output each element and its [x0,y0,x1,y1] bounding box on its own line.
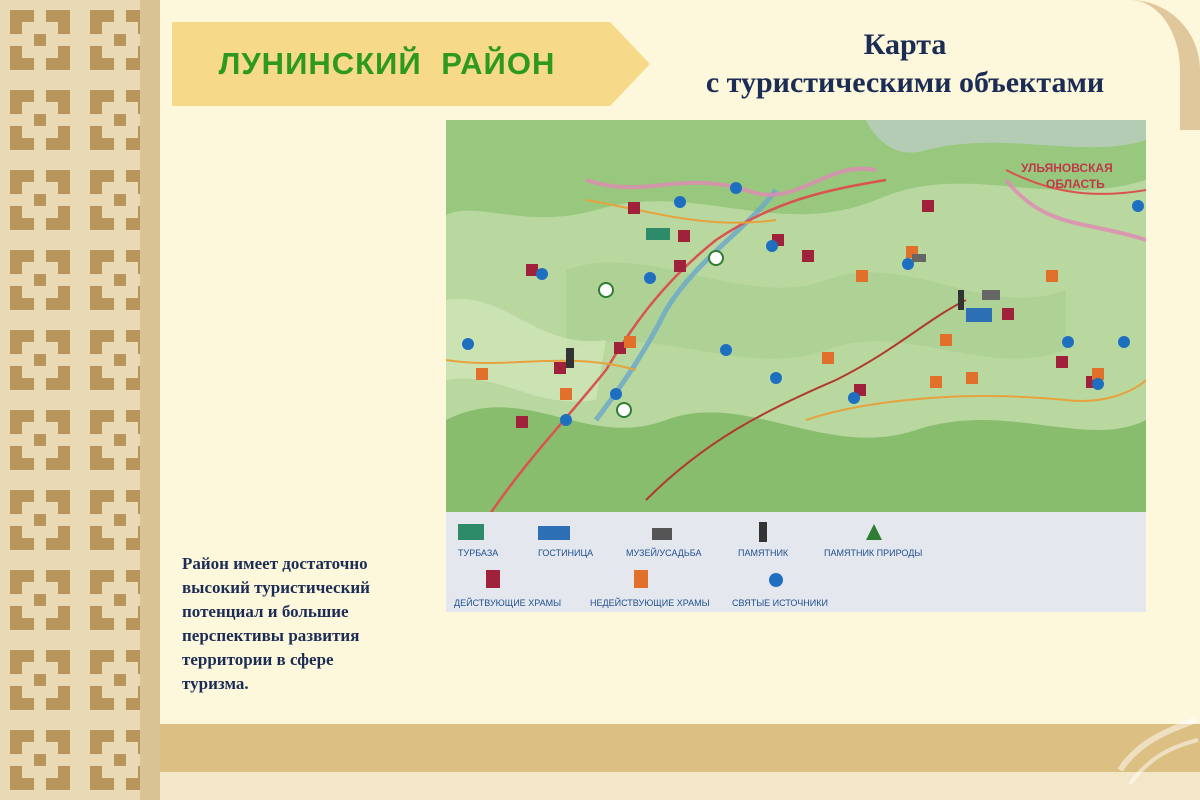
inactive-temple-icon [966,372,978,384]
active-temple-icon [516,416,528,428]
map-heading-line1: Карта [863,28,947,61]
tourist-map: УЛЬЯНОВСКАЯ ОБЛАСТЬ ТУРБАЗА ГОСТИНИЦА МУ… [446,120,1146,612]
bottom-band-light [160,772,1200,800]
district-title: ЛУНИНСКИЙ РАЙОН [218,46,556,81]
monument-map-icon [566,348,574,368]
holy-spring-icon [730,182,742,194]
active-temple-icon [1056,356,1068,368]
nature-monument-map-icon [616,402,632,418]
turbaza-icon [458,524,484,540]
inactive-temple-icon [940,334,952,346]
description-line: перспективы развития [182,626,360,645]
hotel-icon [538,526,570,540]
holy-spring-icon [770,372,782,384]
holy-spring-icon [1092,378,1104,390]
museum-map-icon [982,290,1000,300]
map-heading: Карта с туристическими объектами [640,26,1170,102]
watermark-emblem [1117,717,1199,786]
active-temple-icon [674,260,686,272]
inactive-temple-icon [634,570,648,588]
description-line: Район имеет достаточно [182,554,368,573]
holy-spring-icon [848,392,860,404]
holy-spring-icon [1132,200,1144,212]
inactive-temple-icon [476,368,488,380]
active-temple-icon [486,570,500,588]
legend-active-temples: ДЕЙСТВУЮЩИЕ ХРАМЫ [454,597,561,608]
inactive-temple-icon [822,352,834,364]
legend-holy-springs: СВЯТЫЕ ИСТОЧНИКИ [732,598,828,608]
inactive-temple-icon [930,376,942,388]
holy-spring-icon [766,240,778,252]
nature-monument-map-icon [598,282,614,298]
holy-spring-icon [769,573,783,587]
legend-monument: ПАМЯТНИК [738,548,789,558]
monument-icon [759,522,767,542]
nature-monument-map-icon [708,250,724,266]
legend-museum: МУЗЕЙ/УСАДЬБА [626,547,701,558]
description-line: высокий туристический [182,578,370,597]
content-panel: ЛУНИНСКИЙ РАЙОН Карта с туристическими о… [160,0,1200,800]
holy-spring-icon [720,344,732,356]
holy-spring-icon [560,414,572,426]
inactive-temple-icon [560,388,572,400]
active-temple-icon [678,230,690,242]
map-image: УЛЬЯНОВСКАЯ ОБЛАСТЬ ТУРБАЗА ГОСТИНИЦА МУ… [446,120,1146,612]
legend-nature-monument: ПАМЯТНИК ПРИРОДЫ [824,548,922,558]
holy-spring-icon [644,272,656,284]
holy-spring-icon [610,388,622,400]
holy-spring-icon [462,338,474,350]
bottom-band [160,724,1200,772]
holy-spring-icon [1118,336,1130,348]
active-temple-icon [628,202,640,214]
monument-map-icon [958,290,964,310]
museum-icon [652,528,672,540]
hotel-map-icon [966,308,992,322]
legend-inactive-temples: НЕДЕЙСТВУЮЩИЕ ХРАМЫ [590,597,710,608]
inactive-temple-icon [624,336,636,348]
description-line: туризма. [182,674,249,693]
inactive-temple-icon [856,270,868,282]
description-line: территории в сфере [182,650,334,669]
turbaza-map-icon [646,228,670,240]
region-label-line2: ОБЛАСТЬ [1046,177,1105,191]
inactive-temple-icon [1046,270,1058,282]
map-heading-line2: с туристическими объектами [705,66,1105,99]
active-temple-icon [1002,308,1014,320]
district-description: Район имеет достаточно высокий туристиче… [182,552,422,696]
ornament-strip [0,0,160,800]
description-line: потенциал и большие [182,602,349,621]
museum-map-icon [912,254,926,262]
ornament-pattern [0,0,160,800]
legend-hotel: ГОСТИНИЦА [538,548,593,558]
legend-turbaza: ТУРБАЗА [458,548,498,558]
holy-spring-icon [1062,336,1074,348]
holy-spring-icon [674,196,686,208]
active-temple-icon [922,200,934,212]
region-label-line1: УЛЬЯНОВСКАЯ [1021,161,1113,175]
active-temple-icon [802,250,814,262]
holy-spring-icon [536,268,548,280]
active-temple-icon [554,362,566,374]
